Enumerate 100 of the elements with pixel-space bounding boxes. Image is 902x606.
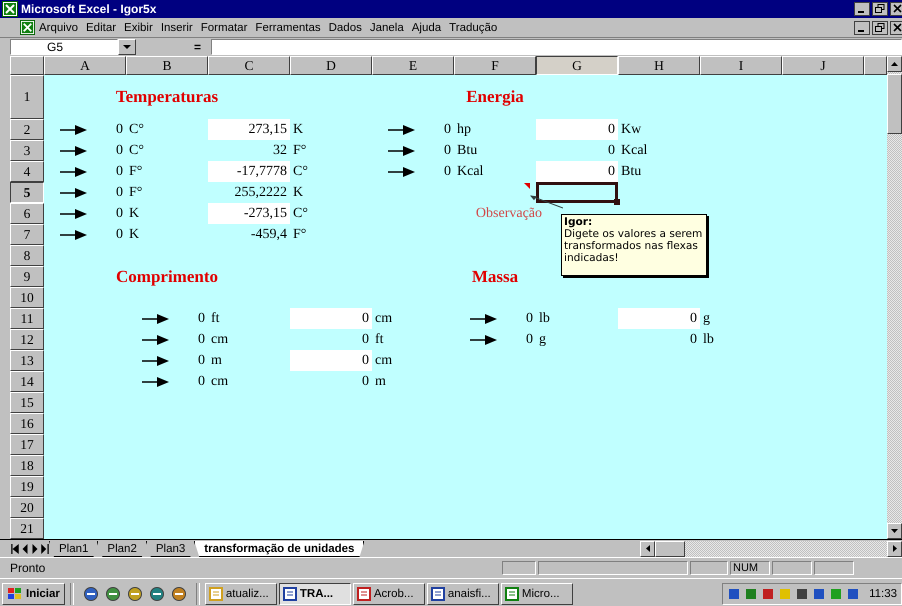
scroll-up-button[interactable]: [887, 56, 902, 72]
input-cell[interactable]: 273,15: [208, 119, 290, 140]
scroll-thumb[interactable]: [887, 74, 902, 134]
scroll-left-button[interactable]: [640, 540, 655, 556]
sheet-tab[interactable]: transformação de unidades: [194, 541, 364, 557]
menu-item[interactable]: Ferramentas: [251, 22, 325, 34]
row-header[interactable]: 13: [10, 350, 44, 371]
column-header[interactable]: C: [208, 56, 290, 75]
select-all-button[interactable]: [10, 56, 44, 75]
row-header[interactable]: 8: [10, 245, 44, 266]
taskbar-button[interactable]: anaisfi...: [426, 582, 499, 604]
column-header[interactable]: F: [454, 56, 536, 75]
taskbar-button[interactable]: atualiz...: [204, 582, 277, 604]
name-box[interactable]: G5: [10, 39, 118, 55]
tray-icon[interactable]: [812, 586, 826, 600]
tray-icon[interactable]: [846, 586, 860, 600]
row-header[interactable]: 1: [10, 75, 44, 119]
restore-icon[interactable]: [872, 2, 888, 16]
row-header[interactable]: 10: [10, 287, 44, 308]
cell-value: 0: [690, 332, 697, 348]
input-cell[interactable]: -273,15: [208, 203, 290, 224]
row-header[interactable]: 5: [10, 182, 44, 203]
taskbar-button[interactable]: Micro...: [500, 582, 573, 604]
horizontal-scrollbar[interactable]: [640, 540, 902, 556]
column-header[interactable]: [864, 56, 887, 75]
row-header[interactable]: 7: [10, 224, 44, 245]
menu-item[interactable]: Tradução: [445, 22, 502, 34]
row-header[interactable]: 15: [10, 392, 44, 413]
taskbar-button[interactable]: Acrob...: [352, 582, 425, 604]
row-header[interactable]: 14: [10, 371, 44, 392]
start-button[interactable]: Iniciar: [2, 582, 65, 604]
input-cell[interactable]: 0: [536, 119, 618, 140]
column-header[interactable]: G: [536, 56, 618, 75]
tray-icon[interactable]: [761, 586, 776, 600]
dropdown-button[interactable]: [118, 39, 136, 55]
menu-item[interactable]: Janela: [366, 22, 408, 34]
row-header[interactable]: 3: [10, 140, 44, 161]
menu-item[interactable]: Arquivo: [35, 22, 82, 34]
column-header[interactable]: B: [126, 56, 208, 75]
row-header[interactable]: 18: [10, 455, 44, 476]
column-header[interactable]: D: [290, 56, 372, 75]
unit-label: K: [293, 122, 304, 138]
minimize-icon[interactable]: [854, 2, 870, 16]
row-header[interactable]: 19: [10, 476, 44, 497]
quick-launch-icon[interactable]: [104, 586, 121, 602]
row-header[interactable]: 9: [10, 266, 44, 287]
menu-item[interactable]: Dados: [324, 22, 366, 34]
menu-item[interactable]: Ajuda: [408, 22, 446, 34]
right-arrow-icon: [892, 545, 896, 552]
equals-button[interactable]: =: [136, 40, 211, 54]
row-header[interactable]: 20: [10, 497, 44, 518]
menu-item[interactable]: Inserir: [156, 22, 197, 34]
tray-icon[interactable]: [744, 586, 758, 600]
tab-scroll-icon[interactable]: [40, 544, 50, 554]
restore-icon[interactable]: [872, 20, 888, 34]
column-header[interactable]: H: [618, 56, 700, 75]
selected-cell[interactable]: [536, 182, 618, 203]
column-header[interactable]: J: [782, 56, 864, 75]
left-arrow-icon: [646, 545, 650, 552]
quick-launch-icon[interactable]: [148, 586, 165, 602]
minimize-icon[interactable]: [854, 20, 870, 34]
input-cell[interactable]: 0: [290, 350, 372, 371]
row-header[interactable]: 17: [10, 434, 44, 455]
row-header[interactable]: 6: [10, 203, 44, 224]
taskbar-button[interactable]: TRA...: [278, 582, 351, 604]
close-icon[interactable]: [890, 2, 902, 16]
scroll-right-button[interactable]: [887, 540, 902, 556]
row-header[interactable]: 11: [10, 308, 44, 329]
column-header[interactable]: I: [700, 56, 782, 75]
vertical-scrollbar[interactable]: [887, 56, 902, 539]
input-cell[interactable]: -17,7778: [208, 161, 290, 182]
input-cell[interactable]: 0: [618, 308, 700, 329]
fill-handle[interactable]: [614, 199, 620, 205]
menu-item[interactable]: Editar: [82, 22, 120, 34]
quick-launch-icon[interactable]: [82, 586, 99, 602]
sheet-tab[interactable]: Plan2: [97, 541, 147, 557]
sheet-tab[interactable]: Plan3: [146, 541, 196, 557]
column-header[interactable]: E: [372, 56, 454, 75]
sheet-tab[interactable]: Plan1: [49, 541, 98, 557]
quick-launch-icon[interactable]: [126, 586, 143, 602]
column-header[interactable]: A: [44, 56, 126, 75]
tray-icon[interactable]: [795, 586, 810, 600]
scroll-down-button[interactable]: [887, 523, 902, 539]
row-header[interactable]: 21: [10, 518, 44, 539]
quick-launch-icon[interactable]: [170, 586, 187, 602]
close-icon[interactable]: [890, 20, 902, 34]
row-header[interactable]: 2: [10, 119, 44, 140]
input-cell[interactable]: 0: [290, 308, 372, 329]
row-header[interactable]: 12: [10, 329, 44, 350]
clock: 11:33: [869, 588, 897, 600]
cell-value: 0: [690, 310, 697, 326]
formula-field[interactable]: [211, 39, 902, 55]
input-cell[interactable]: 0: [536, 161, 618, 182]
tray-icon[interactable]: [727, 586, 742, 600]
scroll-thumb[interactable]: [655, 540, 685, 556]
menu-item[interactable]: Formatar: [196, 22, 252, 34]
menu-item[interactable]: Exibir: [120, 22, 157, 34]
row-header[interactable]: 16: [10, 413, 44, 434]
tab-scroll-icon[interactable]: [10, 544, 20, 554]
row-header[interactable]: 4: [10, 161, 44, 182]
